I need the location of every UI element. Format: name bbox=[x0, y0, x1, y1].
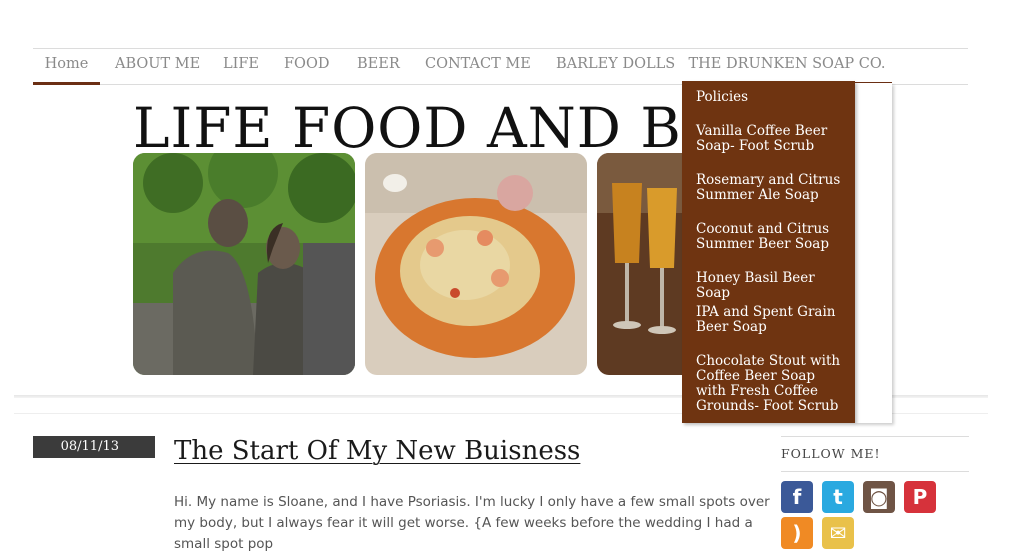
header-photo-mud-run bbox=[133, 153, 355, 375]
nav-label: ABOUT ME bbox=[115, 56, 201, 72]
nav-item-food[interactable]: FOOD bbox=[284, 49, 329, 82]
dropdown-backing bbox=[855, 83, 892, 423]
dropdown-item-policies[interactable]: Policies bbox=[696, 90, 846, 105]
nav-item-home[interactable]: Home bbox=[33, 49, 100, 85]
nav-label: CONTACT ME bbox=[425, 56, 531, 72]
nav-item-contact-me[interactable]: CONTACT ME bbox=[425, 49, 531, 82]
sidebar-divider bbox=[781, 471, 969, 472]
nav-label: FOOD bbox=[284, 56, 330, 72]
nav-label: BARLEY DOLLS bbox=[556, 56, 676, 72]
dropdown-item-chocolate-stout[interactable]: Chocolate Stout with Coffee Beer Soap wi… bbox=[696, 354, 846, 414]
main-navigation: Home ABOUT ME LIFE FOOD BEER CONTACT ME … bbox=[33, 48, 968, 85]
post-paragraph: Hi. My name is Sloane, and I have Psoria… bbox=[174, 494, 770, 552]
nav-label: THE DRUNKEN SOAP CO. bbox=[688, 56, 886, 72]
header-photo-beer bbox=[597, 153, 682, 375]
instagram-icon[interactable]: ◙ bbox=[863, 481, 895, 513]
twitter-icon[interactable]: t bbox=[822, 481, 854, 513]
dropdown-item-coconut-citrus[interactable]: Coconut and Citrus Summer Beer Soap bbox=[696, 222, 846, 252]
post-excerpt: Hi. My name is Sloane, and I have Psoria… bbox=[174, 492, 774, 555]
nav-label: LIFE bbox=[223, 56, 260, 72]
rss-icon[interactable]: ) bbox=[781, 517, 813, 549]
nav-label: BEER bbox=[357, 56, 400, 72]
nav-label: Home bbox=[44, 56, 89, 72]
sidebar-divider bbox=[781, 436, 969, 437]
dropdown-item-vanilla-coffee[interactable]: Vanilla Coffee Beer Soap- Foot Scrub bbox=[696, 124, 846, 154]
facebook-icon[interactable]: f bbox=[781, 481, 813, 513]
header-photo-pasta bbox=[365, 153, 587, 375]
nav-item-beer[interactable]: BEER bbox=[357, 49, 400, 82]
post-title-link[interactable]: The Start Of My New Buisness bbox=[174, 436, 580, 466]
nav-item-about-me[interactable]: ABOUT ME bbox=[115, 49, 200, 82]
soap-co-dropdown-menu: Policies Vanilla Coffee Beer Soap- Foot … bbox=[682, 81, 855, 423]
post-date: 08/11/13 bbox=[33, 436, 155, 458]
follow-me-heading: FOLLOW ME! bbox=[781, 446, 881, 461]
site-title: LIFE FOOD AND BEER bbox=[133, 96, 682, 160]
nav-item-drunken-soap-co[interactable]: THE DRUNKEN SOAP CO. bbox=[682, 49, 892, 85]
dropdown-item-honey-basil[interactable]: Honey Basil Beer Soap bbox=[696, 271, 846, 301]
dropdown-item-rosemary-citrus[interactable]: Rosemary and Citrus Summer Ale Soap bbox=[696, 173, 846, 203]
nav-item-life[interactable]: LIFE bbox=[223, 49, 259, 82]
pinterest-icon[interactable]: P bbox=[904, 481, 936, 513]
email-icon[interactable]: ✉ bbox=[822, 517, 854, 549]
nav-item-barley-dolls[interactable]: BARLEY DOLLS bbox=[556, 49, 675, 82]
dropdown-item-ipa-spent-grain[interactable]: IPA and Spent Grain Beer Soap bbox=[696, 305, 846, 335]
